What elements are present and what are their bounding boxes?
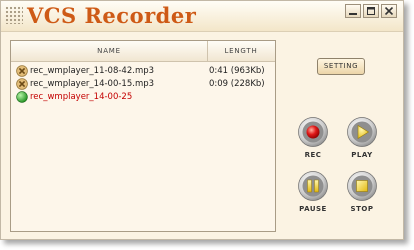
list-header: NAME LENGTH [11,41,275,62]
play-label: PLAY [351,151,373,159]
list-item[interactable]: rec_wmplayer_14-00-15.mp3 0:09 (228Kb) [16,77,272,91]
stop-icon [347,171,377,201]
file-x-icon [16,65,28,77]
play-icon [347,117,377,147]
minimize-button[interactable] [345,4,361,18]
file-name: rec_wmplayer_14-00-15.mp3 [30,79,155,89]
close-button[interactable] [381,4,397,18]
pause-label: PAUSE [299,205,327,213]
close-icon [384,7,394,15]
list-item[interactable]: rec_wmplayer_14-00-25 [16,90,272,104]
recording-active-icon [16,91,28,103]
maximize-icon [367,7,375,15]
column-header-length[interactable]: LENGTH [207,41,275,61]
file-length: 0:09 (228Kb) [209,79,265,89]
column-header-name[interactable]: NAME [11,41,208,61]
record-icon [298,117,328,147]
window-controls [345,4,397,18]
app-title: VCS Recorder [27,3,197,28]
list-item[interactable]: rec_wmplayer_11-08-42.mp3 0:41 (963Kb) [16,64,272,78]
stop-label: STOP [350,205,374,213]
title-bar[interactable]: VCS Recorder [1,1,403,32]
file-name: rec_wmplayer_14-00-25 [30,92,133,102]
setting-button[interactable]: SETTING [317,58,365,75]
pause-icon [298,171,328,201]
drag-grip-icon[interactable] [5,6,23,24]
recordings-list: NAME LENGTH rec_wmplayer_11-08-42.mp3 0:… [10,40,276,232]
file-length: 0:41 (963Kb) [209,66,265,76]
file-x-icon [16,78,28,90]
minimize-icon [349,13,357,15]
file-name: rec_wmplayer_11-08-42.mp3 [30,66,155,76]
rec-label: REC [304,151,322,159]
recorder-window: VCS Recorder NAME LENGTH rec_wmplayer_11… [0,0,404,240]
maximize-button[interactable] [363,4,379,18]
